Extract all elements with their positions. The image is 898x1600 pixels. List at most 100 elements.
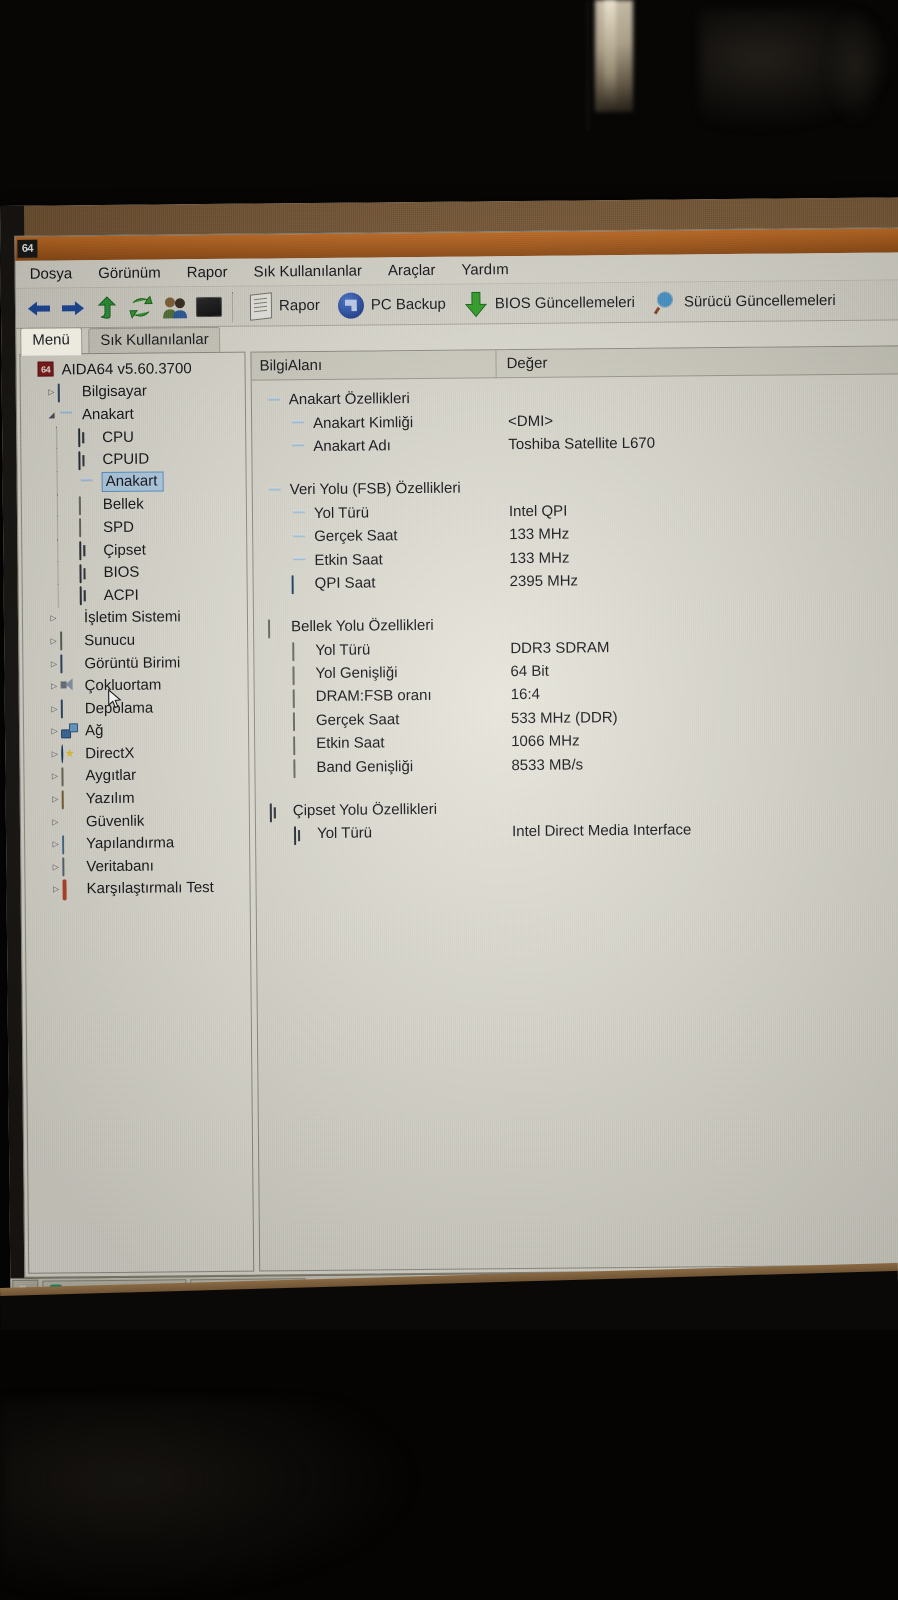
- tree-guide-line: [57, 539, 59, 562]
- chevron-right-icon[interactable]: ▷: [48, 749, 61, 758]
- chevron-right-icon[interactable]: ▷: [49, 840, 62, 849]
- row-field-label: Yol Türü: [313, 504, 370, 522]
- menu-dosya[interactable]: Dosya: [26, 263, 77, 284]
- table-row[interactable]: Yol Türü Intel Direct Media Interface: [264, 817, 898, 847]
- monitor-button[interactable]: [192, 289, 226, 323]
- sidebar-item-label: BIOS: [103, 563, 140, 582]
- sidebar-item-sunucu[interactable]: ▷ Sunucu: [27, 628, 247, 653]
- motherboard-icon: [266, 393, 284, 407]
- sidebar-item-label: Aygıtlar: [85, 767, 137, 785]
- sidebar-item-yaz-l-m[interactable]: ▷ Yazılım: [29, 786, 249, 811]
- chevron-right-icon[interactable]: ▷: [48, 682, 61, 691]
- chip-icon: [79, 563, 98, 583]
- up-arrow-button[interactable]: [90, 290, 124, 324]
- row-field-label: Yol Türü: [316, 824, 373, 843]
- sidebar-item-label: Bilgisayar: [81, 382, 147, 401]
- computer-icon: [57, 383, 77, 403]
- sidebar-item-g-r-nt-birimi[interactable]: ▷ Görüntü Birimi: [27, 650, 247, 675]
- group-name-cell: Anakart Özellikleri: [260, 389, 504, 408]
- sidebar-item-acpi[interactable]: ACPI: [27, 583, 247, 608]
- sidebar-item-label: AIDA64 v5.60.3700: [61, 359, 192, 379]
- sidebar-item-label: Görüntü Birimi: [84, 653, 181, 672]
- sidebar-item-cpuid[interactable]: CPUID: [25, 447, 245, 472]
- tree-guide-line: [56, 426, 58, 449]
- qpi-icon: [291, 575, 310, 595]
- sidebar-item-aida64-v5-60-3700[interactable]: 64 AIDA64 v5.60.3700: [24, 357, 244, 382]
- chevron-right-icon[interactable]: ▷: [45, 388, 58, 397]
- chevron-down-icon[interactable]: ◢: [45, 410, 58, 419]
- bios-updates-button-label: BIOS Güncellemeleri: [494, 293, 636, 313]
- row-field-label: Yol Genişliği: [315, 664, 398, 683]
- pc-backup-button[interactable]: PC Backup: [329, 287, 455, 322]
- row-field-label: Etkin Saat: [314, 550, 383, 569]
- sidebar-item-depolama[interactable]: ▷ Depolama: [28, 696, 248, 721]
- sidebar-item-label: Anakart: [101, 471, 164, 493]
- benchmark-icon-glyph: [62, 879, 67, 901]
- row-value: 16:4: [510, 686, 541, 704]
- sidebar-item-yap-land-rma[interactable]: ▷ Yapılandırma: [29, 831, 249, 856]
- row-value: 2395 MHz: [509, 572, 579, 591]
- sidebar-item-a[interactable]: ▷ Ağ: [28, 718, 248, 743]
- sidebar-item-bios[interactable]: BIOS: [26, 560, 246, 585]
- ram-icon: [292, 642, 310, 662]
- qpi-icon-glyph: [291, 575, 294, 595]
- tab-favorites[interactable]: Sık Kullanılanlar: [88, 326, 221, 355]
- chevron-right-icon[interactable]: ▷: [49, 817, 62, 826]
- chevron-right-icon[interactable]: ▷: [48, 772, 61, 781]
- sidebar-item-veritaban[interactable]: ▷ Veritabanı: [29, 854, 249, 879]
- back-arrow-icon: [26, 298, 52, 318]
- column-header-value[interactable]: Değer: [495, 349, 548, 378]
- sidebar-item-i-letim-sistemi[interactable]: ▷ İşletim Sistemi: [27, 605, 247, 630]
- chevron-right-icon[interactable]: ▷: [49, 795, 62, 804]
- chevron-right-icon[interactable]: ▷: [48, 727, 61, 736]
- back-arrow-button[interactable]: [22, 291, 56, 325]
- ram-icon-glyph: [293, 759, 296, 779]
- sidebar-item-cpu[interactable]: CPU: [25, 424, 245, 449]
- chevron-right-icon[interactable]: ▷: [47, 659, 60, 668]
- forward-arrow-button[interactable]: [56, 291, 90, 325]
- chevron-right-icon[interactable]: ▷: [47, 614, 60, 623]
- windows-icon: [60, 610, 79, 626]
- sidebar-item-okluortam[interactable]: ▷ Çokluortam: [28, 673, 248, 698]
- curtain-highlight-inner: [604, 0, 616, 105]
- row-field-cell: Gerçek Saat: [261, 526, 505, 545]
- software-icon: [61, 789, 81, 810]
- chip-icon: [78, 428, 97, 448]
- menu-gorunum[interactable]: Görünüm: [94, 262, 165, 284]
- sidebar-item-g-venlik[interactable]: ▷ Güvenlik: [29, 809, 249, 834]
- tree-guide-line: [56, 516, 59, 540]
- menu-sik-kullanilanlar[interactable]: Sık Kullanılanlar: [249, 260, 366, 282]
- sidebar-item-bellek[interactable]: Bellek: [26, 492, 246, 517]
- driver-updates-button[interactable]: Sürücü Güncellemeleri: [644, 283, 845, 319]
- chevron-right-icon[interactable]: ▷: [50, 885, 63, 894]
- sidebar-item-anakart[interactable]: ◢ Anakart: [25, 402, 245, 427]
- menu-rapor[interactable]: Rapor: [183, 262, 232, 283]
- sidebar-tree[interactable]: 64 AIDA64 v5.60.3700 ▷ Bilgisayar ◢ Anakart CP…: [19, 351, 255, 1274]
- sidebar-item-kar-la-t-rmal-test[interactable]: ▷ Karşılaştırmalı Test: [29, 876, 249, 901]
- row-field-cell: Yol Türü: [261, 503, 505, 522]
- tab-menu[interactable]: Menü: [20, 327, 82, 356]
- sidebar-item-directx[interactable]: ▷ DirectX: [28, 741, 248, 766]
- chip-icon-glyph: [269, 802, 272, 822]
- rapor-button[interactable]: Rapor: [241, 288, 329, 323]
- sidebar-item-bilgisayar[interactable]: ▷ Bilgisayar: [25, 379, 245, 404]
- chip-icon-glyph: [78, 428, 81, 448]
- menu-yardim[interactable]: Yardım: [457, 259, 512, 281]
- sidebar-item-anakart[interactable]: Anakart: [26, 470, 246, 495]
- refresh-icon: [129, 295, 153, 319]
- sidebar-item-ayg-tlar[interactable]: ▷ Aygıtlar: [28, 763, 248, 788]
- sidebar-item-ipset[interactable]: Çipset: [26, 537, 246, 562]
- users-button[interactable]: [158, 290, 192, 324]
- tree-guide-line: [57, 584, 59, 607]
- chevron-right-icon[interactable]: ▷: [48, 704, 61, 713]
- chevron-right-icon[interactable]: ▷: [47, 636, 60, 645]
- refresh-button[interactable]: [124, 290, 158, 324]
- column-header-field[interactable]: BilgiAlanı: [251, 355, 495, 375]
- bios-updates-button[interactable]: BIOS Güncellemeleri: [455, 285, 644, 321]
- chevron-right-icon[interactable]: ▷: [49, 862, 62, 871]
- ram-icon: [79, 518, 98, 538]
- up-arrow-icon: [96, 295, 118, 319]
- menu-araclar[interactable]: Araçlar: [384, 260, 440, 282]
- sidebar-item-spd[interactable]: SPD: [26, 515, 246, 540]
- row-field-label: Etkin Saat: [316, 734, 385, 753]
